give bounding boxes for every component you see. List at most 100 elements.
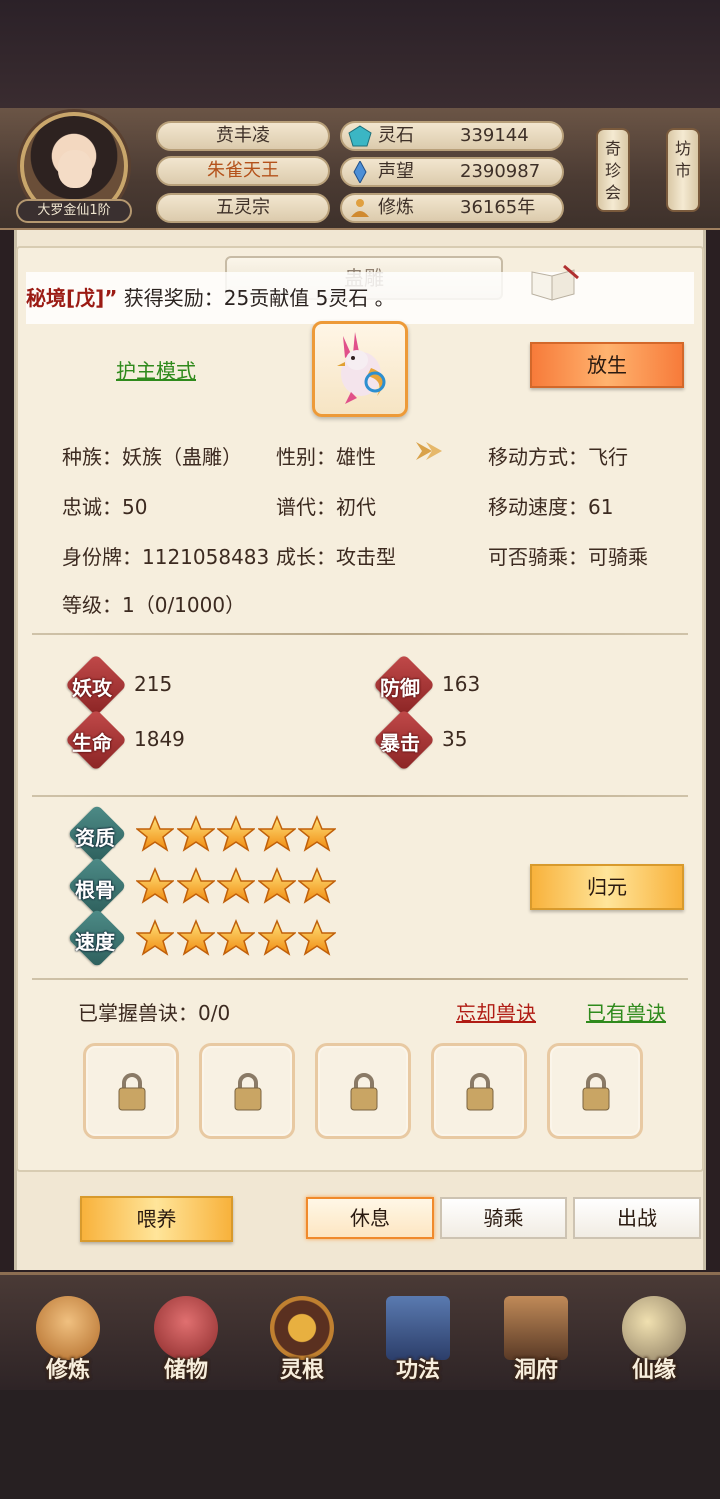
lock-icon <box>582 1073 610 1111</box>
resource-value: 339144 <box>460 125 529 146</box>
resource-spirit-stone: 灵石 339144 <box>340 121 564 151</box>
star-icon <box>256 867 297 905</box>
notice-source: 秘境[戊]” <box>26 286 118 310</box>
star-icon <box>134 919 176 957</box>
resource-value: 2390987 <box>460 161 541 182</box>
treasure-fair-button[interactable]: 奇 珍 会 <box>596 128 630 212</box>
info-growth: 成长：攻击型 <box>276 545 396 569</box>
scroll-char: 会 <box>604 183 621 202</box>
nav-techniques[interactable]: 功法 <box>368 1290 468 1390</box>
nav-fate[interactable]: 仙缘 <box>604 1290 704 1390</box>
nav-spirit-root[interactable]: 灵根 <box>252 1290 352 1390</box>
lock-icon <box>466 1073 494 1111</box>
gender-swap-icon[interactable] <box>412 436 446 466</box>
star-icon <box>175 815 216 853</box>
ride-button[interactable]: 骑乘 <box>440 1197 567 1239</box>
info-level: 等级：1（0/1000） <box>62 593 246 617</box>
star-icon <box>256 919 297 957</box>
nav-label: 灵根 <box>279 1358 324 1383</box>
reset-button[interactable]: 归元 <box>530 864 684 910</box>
star-icon <box>175 919 216 957</box>
quality-label: 速度 <box>75 930 115 954</box>
lock-icon <box>350 1073 378 1111</box>
forget-skill-link[interactable]: 忘却兽诀 <box>456 997 536 1026</box>
skill-slot[interactable] <box>199 1043 295 1139</box>
guard-mode-link[interactable]: 护主模式 <box>116 355 196 384</box>
nav-cave-mansion[interactable]: 洞府 <box>486 1290 586 1390</box>
player-sect: 五灵宗 <box>156 193 330 223</box>
player-name: 贲丰凌 <box>156 121 330 151</box>
scroll-char: 市 <box>674 161 691 180</box>
nav-label: 仙缘 <box>631 1358 676 1383</box>
stat-value: 215 <box>134 672 173 696</box>
stat-label: 生命 <box>72 731 112 755</box>
status-bar-area <box>0 0 720 108</box>
info-loyalty: 忠诚：50 <box>62 495 148 519</box>
battle-button[interactable]: 出战 <box>573 1197 701 1239</box>
stat-value: 1849 <box>134 727 185 751</box>
star-icon <box>296 815 338 853</box>
pet-portrait[interactable] <box>312 321 408 417</box>
avatar-face <box>58 150 92 188</box>
star-icon <box>215 815 257 853</box>
owned-skill-link[interactable]: 已有兽诀 <box>586 997 666 1026</box>
skills-mastered: 已掌握兽诀：0/0 <box>78 1001 231 1025</box>
rank-badge: 大罗金仙1阶 <box>16 199 132 223</box>
market-button[interactable]: 坊 市 <box>666 128 700 212</box>
resource-label: 灵石 <box>378 125 414 146</box>
skill-slot[interactable] <box>315 1043 411 1139</box>
nav-cultivate[interactable]: 修炼 <box>18 1290 118 1390</box>
divider <box>32 978 688 980</box>
info-race: 种族：妖族（蛊雕） <box>62 445 242 469</box>
stat-label: 防御 <box>380 676 420 700</box>
star-icon <box>175 867 216 905</box>
info-generation: 谱代：初代 <box>276 495 376 519</box>
cultivate-icon <box>36 1296 100 1360</box>
star-icon <box>296 919 338 957</box>
info-move-speed: 移动速度：61 <box>488 495 614 519</box>
pet-gudiao-icon <box>337 332 386 404</box>
scroll-char: 珍 <box>604 161 621 180</box>
quality-label: 资质 <box>75 826 115 850</box>
resource-cultivation: 修炼 36165年 <box>340 193 564 223</box>
star-icon <box>296 867 338 905</box>
nav-storage[interactable]: 储物 <box>136 1290 236 1390</box>
nav-label: 修炼 <box>45 1358 90 1383</box>
rest-button[interactable]: 休息 <box>306 1197 434 1239</box>
spirit-stone-icon <box>348 125 372 147</box>
star-icon <box>134 867 176 905</box>
feed-button[interactable]: 喂养 <box>80 1196 233 1242</box>
divider <box>32 633 688 635</box>
reward-notice: 秘境[戊]” 获得奖励：25贡献值 5灵石 。 <box>26 272 694 324</box>
info-gender: 性别：雄性 <box>276 445 376 469</box>
nav-label: 洞府 <box>513 1358 558 1383</box>
cultivation-icon <box>351 199 369 217</box>
lock-icon <box>118 1073 146 1111</box>
player-title: 朱雀天王 <box>156 156 330 186</box>
stat-label: 暴击 <box>380 731 420 755</box>
star-icon <box>215 867 257 905</box>
resource-label: 修炼 <box>378 197 414 218</box>
info-move-mode: 移动方式：飞行 <box>488 445 628 469</box>
skill-slot[interactable] <box>547 1043 643 1139</box>
nav-label: 储物 <box>163 1358 208 1383</box>
stat-label: 妖攻 <box>72 676 112 700</box>
stat-value: 35 <box>442 727 468 751</box>
nav-label: 功法 <box>395 1358 440 1383</box>
star-icon <box>256 815 297 853</box>
cave-mansion-icon <box>504 1296 568 1360</box>
release-button[interactable]: 放生 <box>530 342 684 388</box>
fate-yinyang-icon <box>622 1296 686 1360</box>
star-icon <box>215 919 257 957</box>
scroll-char: 奇 <box>604 139 621 158</box>
quality-label: 根骨 <box>75 878 115 902</box>
skill-slot[interactable] <box>83 1043 179 1139</box>
info-id-tag: 身份牌：1121058483 <box>62 545 270 569</box>
star-icon <box>134 815 176 853</box>
reputation-icon <box>353 161 367 183</box>
stat-value: 163 <box>442 672 481 696</box>
skill-slot[interactable] <box>431 1043 527 1139</box>
scroll-char: 坊 <box>674 139 691 158</box>
storage-bag-icon <box>154 1296 218 1360</box>
notice-text: 获得奖励：25贡献值 5灵石 。 <box>123 286 395 310</box>
